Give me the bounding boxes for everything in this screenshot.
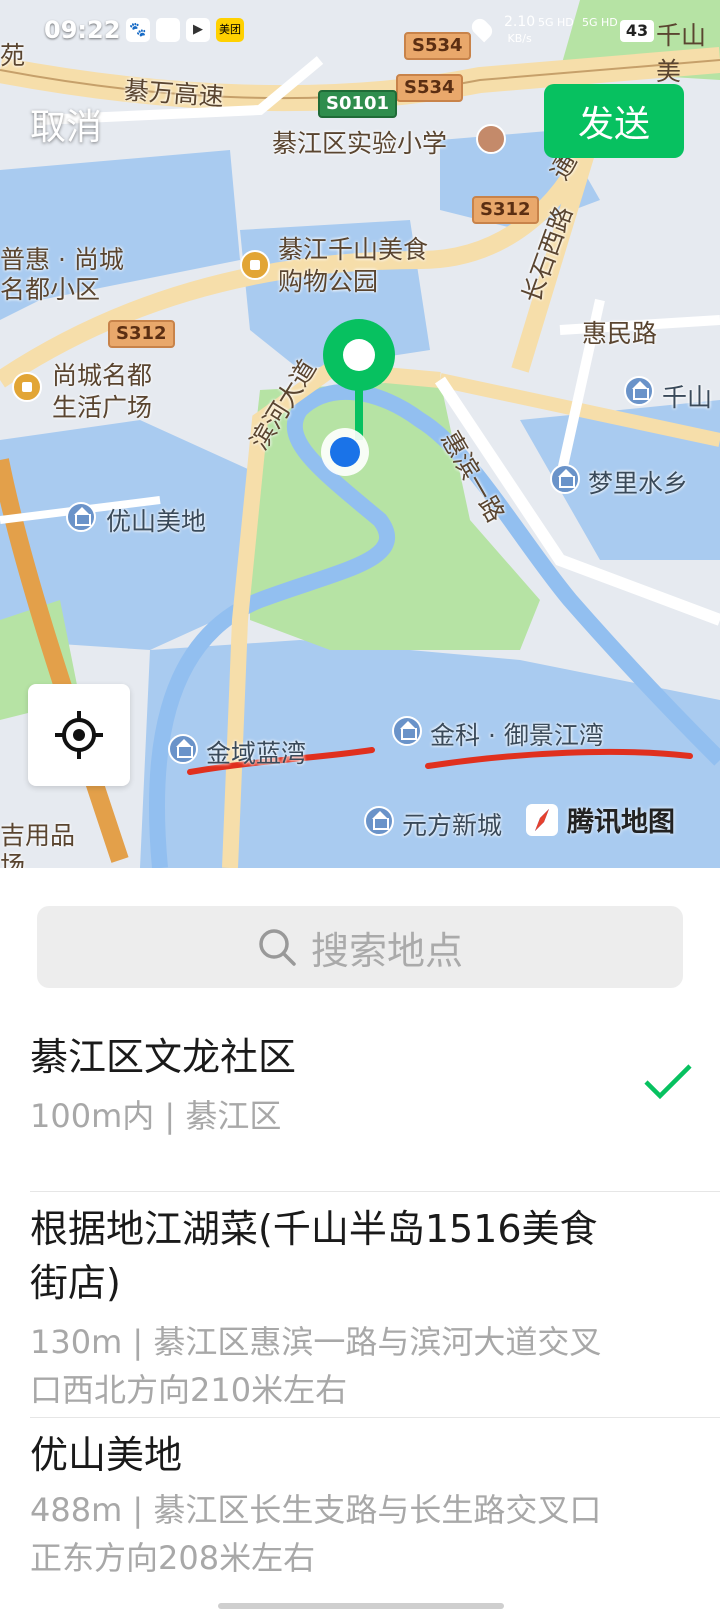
tencent-map-logo: 腾讯地图: [525, 800, 675, 839]
shopping-icon: [240, 250, 270, 280]
map-label: 场: [0, 851, 26, 868]
shopping-icon: [12, 372, 42, 402]
location-status-icon: [468, 15, 496, 43]
map-label: 购物公园: [278, 267, 379, 296]
map-label: 金科 · 御景江湾: [430, 721, 604, 750]
check-icon: [644, 1064, 692, 1100]
list-item[interactable]: 根据地江湖菜(千山半岛1516美食街店) 130m | 綦江区惠滨一路与滨河大道…: [30, 1194, 720, 1418]
road-shield: S534: [404, 32, 471, 60]
video-icon: ▶: [186, 18, 210, 42]
locate-me-button[interactable]: [28, 684, 130, 786]
road-shield: S312: [472, 196, 539, 224]
residential-icon: [550, 464, 580, 494]
residential-icon: [392, 716, 422, 746]
current-location-dot: [330, 437, 360, 467]
list-item-title: 根据地江湖菜(千山半岛1516美食街店): [30, 1207, 598, 1305]
net-speed: 2.10 KB/s: [504, 14, 536, 45]
app-icon: [156, 18, 180, 42]
map-label: 苑: [0, 41, 26, 70]
list-item-subtitle: 100m内 | 綦江区: [30, 1097, 282, 1135]
road-shield: S534: [396, 74, 463, 102]
compass-icon: [526, 803, 558, 836]
list-item[interactable]: 綦江区文龙社区 100m内 | 綦江区: [30, 1026, 720, 1192]
road-shield: S0101: [318, 90, 398, 118]
map-label: 元方新城: [402, 811, 503, 840]
brand-label: 腾讯地图: [567, 807, 675, 838]
battery-indicator: 43: [620, 20, 654, 42]
signal-sim1: 5G HD: [538, 16, 574, 29]
status-bar: 09:22 🐾 ▶ 美团 2.10 KB/s 5G HD 5G HD 43 千山美: [0, 0, 720, 86]
map-label: 生活广场: [52, 393, 153, 422]
map-label: 优山美地: [106, 507, 207, 536]
baidu-icon: 🐾: [126, 18, 150, 42]
crosshair-icon: [55, 711, 103, 759]
send-button[interactable]: 发送: [544, 84, 684, 158]
signal-sim2: 5G HD: [582, 16, 618, 29]
road-shield: S312: [108, 320, 175, 348]
residential-icon: [624, 376, 654, 406]
list-item-title: 优山美地: [30, 1433, 183, 1477]
residential-icon: [66, 502, 96, 532]
search-placeholder: 搜索地点: [310, 928, 463, 973]
map-label: 梦里水乡: [588, 469, 689, 498]
list-item[interactable]: 优山美地 488m | 綦江区长生支路与长生路交叉口正东方向208米左右: [30, 1420, 720, 1600]
map-label: 綦江千山美食: [278, 235, 429, 264]
map-label: 惠民路: [582, 319, 658, 348]
map-label: 名都小区: [0, 275, 101, 304]
map-label-edge-tr: 千山美: [656, 21, 707, 86]
map-label: 千山: [662, 383, 713, 412]
list-item-subtitle: 488m | 綦江区长生支路与长生路交叉口正东方向208米左右: [30, 1491, 602, 1577]
school-icon: [476, 124, 506, 154]
list-item-title: 綦江区文龙社区: [30, 1035, 297, 1079]
search-icon: [259, 929, 296, 966]
map-label: 尚城名都: [52, 361, 153, 390]
search-input[interactable]: 搜索地点: [37, 906, 683, 988]
map-label: 綦万高速: [123, 75, 225, 112]
home-indicator[interactable]: [218, 1603, 504, 1609]
map-label: 綦江区实验小学: [272, 129, 448, 158]
map-view[interactable]: 09:22 🐾 ▶ 美团 2.10 KB/s 5G HD 5G HD 43 千山美…: [0, 0, 720, 868]
app-icons: 🐾 ▶ 美团: [126, 18, 244, 42]
status-time: 09:22: [44, 16, 121, 44]
cancel-button[interactable]: 取消: [30, 98, 102, 150]
residential-icon: [168, 734, 198, 764]
map-label: 金域蓝湾: [206, 739, 307, 768]
list-item-subtitle: 130m | 綦江区惠滨一路与滨河大道交叉口西北方向210米左右: [30, 1323, 602, 1409]
residential-icon: [364, 806, 394, 836]
meituan-icon: 美团: [216, 18, 244, 42]
